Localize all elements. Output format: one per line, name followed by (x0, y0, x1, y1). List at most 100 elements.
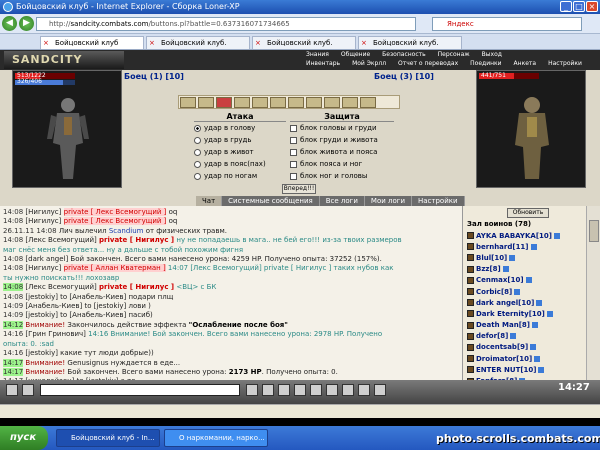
user-name[interactable]: defor[8] (476, 332, 508, 340)
info-icon[interactable] (525, 277, 532, 284)
book-icon[interactable] (342, 384, 354, 396)
info-icon[interactable] (553, 232, 560, 239)
browser-tab[interactable]: × Бойцовский клуб. (358, 36, 462, 49)
submenu-item[interactable]: Анкета (508, 60, 543, 67)
defense-option[interactable]: блок груди и живота (290, 134, 394, 146)
user-name[interactable]: Droimator[10] (476, 355, 532, 363)
user-row[interactable]: defor[8] (467, 331, 585, 342)
menu-item[interactable]: Персонаж (432, 51, 476, 58)
left-fighter-label[interactable]: Боец (1) [10] (124, 72, 184, 81)
user-name[interactable]: Cenmax[10] (476, 276, 524, 284)
user-row[interactable]: ENTER NUT[10] (467, 364, 585, 375)
attack-option[interactable]: удар в пояс(пах) (194, 158, 286, 170)
user-row[interactable]: docentsab[9] (467, 342, 585, 353)
settings-icon[interactable] (310, 384, 322, 396)
attack-option[interactable]: удар по ногам (194, 170, 286, 182)
browser-tab[interactable]: × Бойцовский клуб. (146, 36, 250, 49)
info-icon[interactable] (532, 322, 538, 329)
refresh-button[interactable]: Обновить (507, 208, 549, 218)
chat-timestamp[interactable]: 14:08 (3, 293, 23, 301)
action-icon[interactable] (288, 97, 304, 108)
chat-timestamp[interactable]: 14:08 (3, 255, 23, 263)
action-icon[interactable] (270, 97, 286, 108)
defense-option[interactable]: блок ног и головы (290, 170, 394, 182)
info-icon[interactable] (546, 310, 553, 317)
user-row[interactable]: dark angel[10] (467, 297, 585, 308)
user-row[interactable]: Blul[10] (467, 252, 585, 263)
menu-item[interactable]: Безопасность (376, 51, 432, 58)
radio-button[interactable] (194, 160, 201, 168)
user-name[interactable]: ENTER NUT[10] (476, 366, 536, 374)
map-icon[interactable] (326, 384, 338, 396)
browser-tab[interactable]: × Бойцовский клуб (40, 36, 144, 49)
arrow-icon[interactable] (6, 384, 18, 396)
log-tab[interactable]: Чат (196, 196, 223, 206)
chat-input[interactable] (40, 384, 240, 396)
block-checkbox[interactable] (290, 160, 297, 168)
close-tab-icon[interactable]: × (149, 37, 155, 49)
close-tab-icon[interactable]: × (255, 37, 261, 49)
search-input[interactable]: Яндекс (432, 17, 582, 31)
log-tab[interactable]: Мои логи (364, 196, 412, 206)
menu-item[interactable]: Выход (476, 51, 508, 58)
close-tab-icon[interactable]: × (43, 37, 49, 49)
maximize-button[interactable]: □ (573, 1, 585, 12)
chat-text[interactable]: Scandium (109, 227, 144, 235)
radio-button[interactable] (194, 136, 201, 144)
user-row[interactable]: AYKA BABAYKA[10] (467, 230, 585, 241)
action-icon[interactable] (306, 97, 322, 108)
chat-timestamp[interactable]: 14:09 (3, 302, 23, 310)
right-fighter-label[interactable]: Боец (3) [10] (374, 72, 434, 81)
info-icon[interactable] (509, 254, 516, 261)
block-checkbox[interactable] (290, 124, 297, 132)
forward-icon[interactable]: ▶ (19, 16, 34, 31)
user-name[interactable]: Bzz[8] (476, 265, 501, 273)
smile-icon[interactable] (246, 384, 258, 396)
submenu-item[interactable]: Поединки (464, 60, 507, 67)
block-checkbox[interactable] (290, 148, 297, 156)
action-icon[interactable] (234, 97, 250, 108)
attack-option[interactable]: удар в голову (194, 122, 286, 134)
taskbar-item[interactable]: О наркомании, нарко... (164, 429, 268, 447)
close-tab-icon[interactable]: × (361, 37, 367, 49)
info-icon[interactable] (530, 243, 537, 250)
browser-tab[interactable]: × Бойцовский клуб. (252, 36, 356, 49)
chat-text[interactable]: private [ Лекс Всемогущий ] (63, 217, 167, 226)
attack-option[interactable]: удар в грудь (194, 134, 286, 146)
chat-timestamp[interactable]: 14:08 (3, 217, 23, 225)
info-icon[interactable] (538, 366, 545, 373)
radio-button[interactable] (194, 172, 201, 180)
action-icon[interactable] (216, 97, 232, 108)
chat-timestamp[interactable]: 14:17 (3, 358, 24, 367)
submenu-item[interactable]: Настройки (542, 60, 588, 67)
submenu-item[interactable]: Отчет о переводах (392, 60, 464, 67)
go-button[interactable]: Вперед!!! (282, 184, 316, 194)
chat-timestamp[interactable]: 14:17 (3, 367, 24, 376)
chat-timestamp[interactable]: 14:08 (3, 208, 23, 216)
scroll-thumb[interactable] (589, 220, 599, 242)
defense-option[interactable]: блок живота и пояса (290, 146, 394, 158)
chat-timestamp[interactable]: 14:09 (3, 311, 23, 319)
close-button[interactable]: × (586, 1, 598, 12)
log-tab[interactable]: Системные сообщения (222, 196, 320, 206)
chat-timestamp[interactable]: 14:08 (3, 236, 23, 244)
radio-button[interactable] (194, 124, 201, 132)
action-icon[interactable] (252, 97, 268, 108)
user-icon[interactable] (22, 384, 34, 396)
info-icon[interactable] (534, 355, 541, 362)
url-field[interactable]: http://sandcity.combats.com/buttons.pl?b… (36, 17, 416, 31)
send-icon[interactable] (262, 384, 274, 396)
menu-item[interactable]: Знания (300, 51, 335, 58)
menu-item[interactable]: Общение (335, 51, 376, 58)
info-icon[interactable] (536, 299, 543, 306)
defense-option[interactable]: блок пояса и ног (290, 158, 394, 170)
block-checkbox[interactable] (290, 136, 297, 144)
chat-scrollbar[interactable] (586, 206, 600, 404)
user-name[interactable]: Corbic[8] (476, 288, 512, 296)
user-name[interactable]: AYKA BABAYKA[10] (476, 232, 552, 240)
info-icon[interactable] (530, 344, 537, 351)
info-icon[interactable] (502, 266, 509, 273)
attack-option[interactable]: удар в живот (194, 146, 286, 158)
log-tab[interactable]: Настройки (412, 196, 465, 206)
action-icon[interactable] (324, 97, 340, 108)
